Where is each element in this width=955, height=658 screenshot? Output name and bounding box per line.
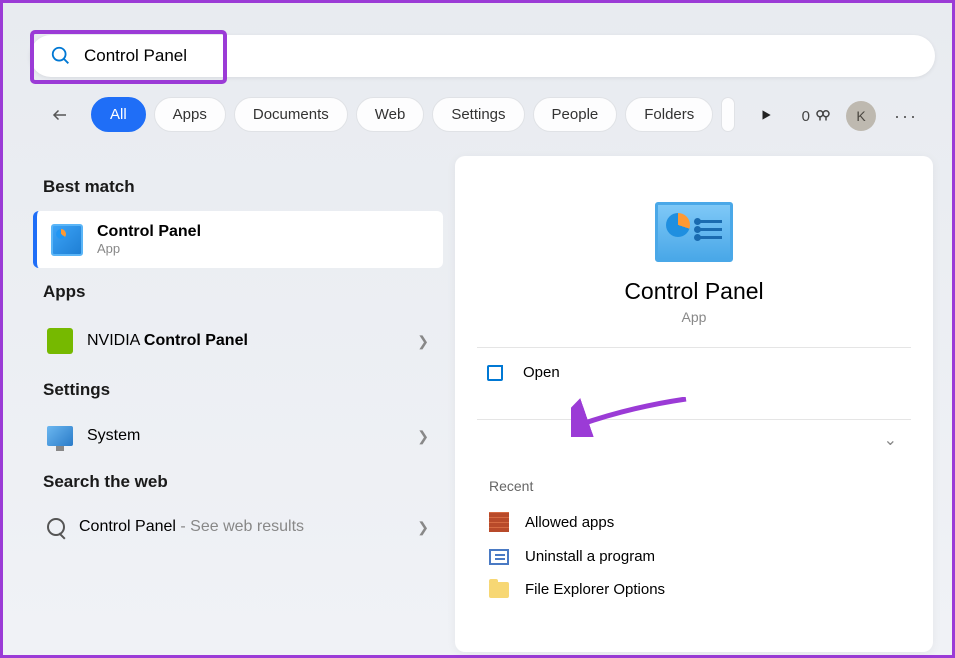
- settings-result-label: System: [87, 427, 403, 445]
- filter-tabs: All Apps Documents Web Settings People F…: [43, 97, 783, 132]
- chevron-right-icon: ❯: [417, 519, 429, 536]
- tab-partial[interactable]: I: [721, 97, 735, 132]
- settings-result-system[interactable]: System ❯: [33, 414, 443, 458]
- tab-web[interactable]: Web: [356, 97, 425, 132]
- open-action[interactable]: Open: [477, 348, 911, 397]
- section-header-apps: Apps: [43, 282, 443, 302]
- section-header-web: Search the web: [43, 472, 443, 492]
- best-match-result[interactable]: Control Panel App: [33, 211, 443, 268]
- best-match-subtitle: App: [97, 241, 201, 256]
- search-input[interactable]: [84, 46, 935, 66]
- control-panel-icon-large: [655, 202, 733, 262]
- play-right-icon: [759, 108, 773, 122]
- user-avatar[interactable]: K: [846, 101, 876, 131]
- recent-item-label: File Explorer Options: [525, 581, 665, 598]
- nvidia-icon: [47, 328, 73, 354]
- chevron-down-icon: ⌄: [884, 430, 897, 450]
- tab-people[interactable]: People: [533, 97, 618, 132]
- best-match-title: Control Panel: [97, 223, 201, 241]
- detail-title: Control Panel: [477, 278, 911, 305]
- recent-header: Recent: [489, 478, 911, 494]
- expand-actions[interactable]: ⌄: [477, 420, 911, 460]
- section-header-best-match: Best match: [43, 177, 443, 197]
- tab-folders[interactable]: Folders: [625, 97, 713, 132]
- more-options-button[interactable]: ···: [890, 106, 922, 127]
- recent-item-label: Allowed apps: [525, 514, 614, 531]
- folder-icon: [489, 582, 509, 598]
- tab-apps[interactable]: Apps: [154, 97, 226, 132]
- app-result-nvidia[interactable]: NVIDIA Control Panel ❯: [33, 316, 443, 366]
- back-button[interactable]: [43, 98, 77, 132]
- app-result-label: NVIDIA Control Panel: [87, 332, 403, 350]
- programs-icon: [489, 549, 509, 565]
- recent-allowed-apps[interactable]: Allowed apps: [477, 504, 911, 540]
- firewall-icon: [489, 512, 509, 532]
- web-result-label: Control Panel - See web results: [79, 518, 403, 536]
- recent-item-label: Uninstall a program: [525, 548, 655, 565]
- search-web-icon: [47, 518, 65, 536]
- tab-all[interactable]: All: [91, 97, 146, 132]
- chevron-right-icon: ❯: [417, 428, 429, 445]
- rewards-count: 0: [802, 108, 810, 125]
- detail-subtitle: App: [477, 309, 911, 325]
- detail-pane: Control Panel App Open ⌄ Recent Allowed …: [455, 156, 933, 652]
- rewards-icon: [814, 107, 832, 125]
- rewards-indicator[interactable]: 0: [802, 107, 832, 125]
- recent-uninstall[interactable]: Uninstall a program: [477, 540, 911, 573]
- chevron-right-icon: ❯: [417, 333, 429, 350]
- search-icon: [50, 45, 72, 67]
- system-icon: [47, 426, 73, 446]
- open-label: Open: [523, 364, 560, 381]
- tabs-scroll-right[interactable]: [749, 98, 783, 132]
- control-panel-icon: [51, 224, 83, 256]
- header-right-controls: 0 K ···: [802, 101, 922, 131]
- section-header-settings: Settings: [43, 380, 443, 400]
- search-bar[interactable]: [30, 35, 935, 77]
- recent-file-explorer-options[interactable]: File Explorer Options: [477, 573, 911, 606]
- tab-documents[interactable]: Documents: [234, 97, 348, 132]
- web-result[interactable]: Control Panel - See web results ❯: [33, 506, 443, 548]
- tab-settings[interactable]: Settings: [432, 97, 524, 132]
- results-pane: Best match Control Panel App Apps NVIDIA…: [33, 163, 443, 548]
- open-external-icon: [487, 365, 503, 381]
- arrow-left-icon: [51, 106, 69, 124]
